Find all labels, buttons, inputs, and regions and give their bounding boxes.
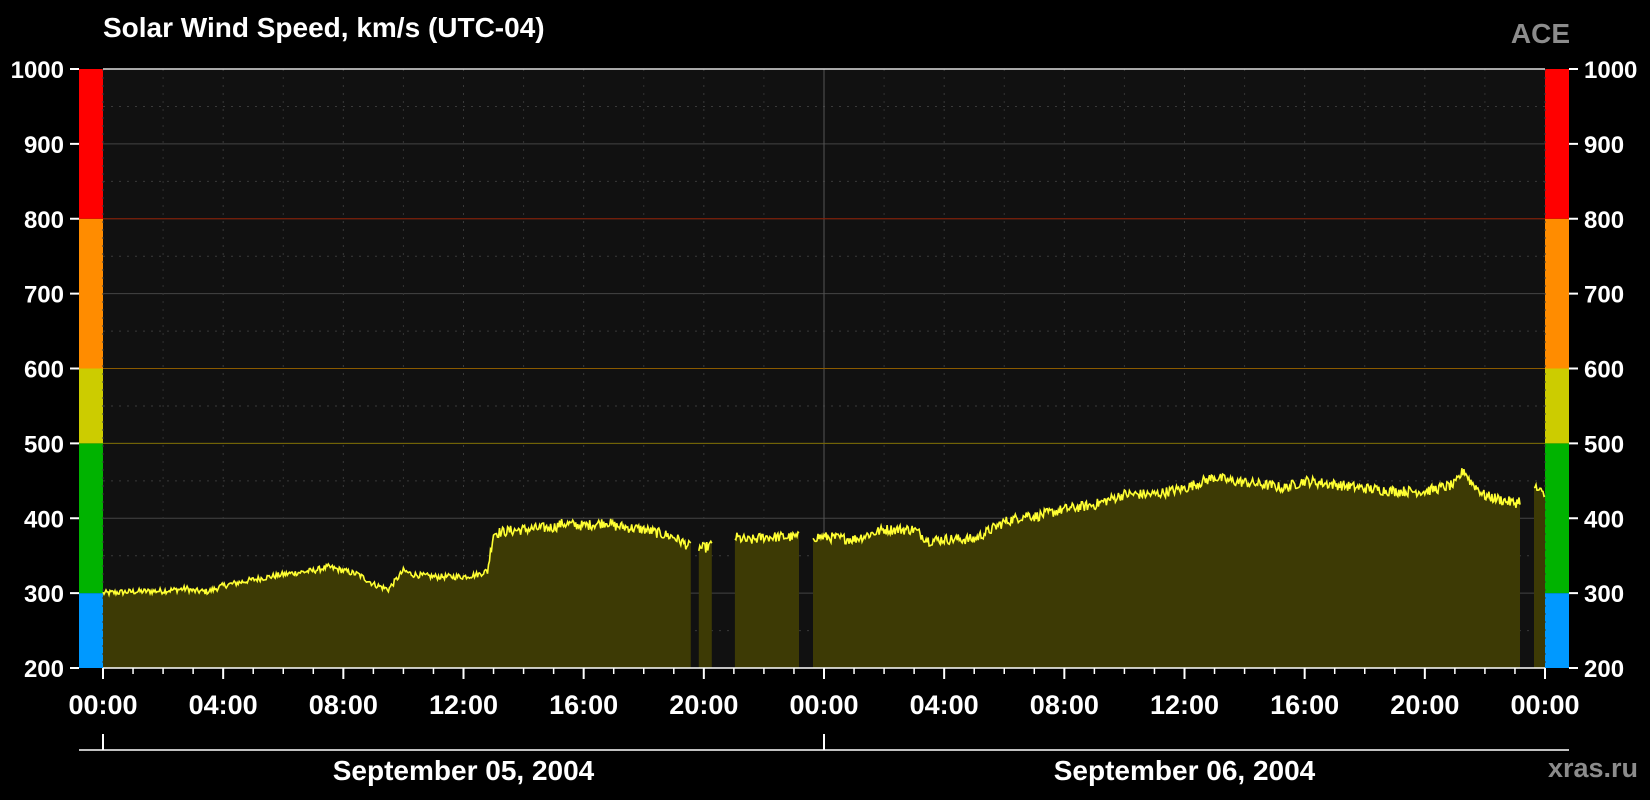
left-color-scale bbox=[79, 69, 103, 668]
x-tick-label: 20:00 bbox=[1390, 690, 1459, 720]
y-axis-right: 200 300 400 500 600 700 800 900 1000 bbox=[1569, 57, 1637, 683]
y-tick-label-left: 500 bbox=[24, 431, 64, 458]
scale-band-right-4 bbox=[1545, 69, 1569, 219]
y-tick-label-left: 600 bbox=[24, 357, 64, 384]
scale-band-left-2 bbox=[79, 368, 103, 444]
scale-band-left-0 bbox=[79, 593, 103, 668]
scale-band-left-3 bbox=[79, 218, 103, 369]
x-tick-label: 08:00 bbox=[1030, 690, 1099, 720]
x-tick-label: 08:00 bbox=[309, 690, 378, 720]
y-tick-label-left: 300 bbox=[24, 581, 64, 608]
y-tick-label-right: 500 bbox=[1584, 431, 1624, 458]
x-tick-label: 12:00 bbox=[1150, 690, 1219, 720]
x-axis: 00:00 04:00 08:00 12:00 16:00 20:00 00:00 04:00… bbox=[68, 667, 1580, 720]
scale-band-left-4 bbox=[79, 69, 103, 219]
scale-band-left-1 bbox=[79, 443, 103, 594]
y-tick-label-right: 300 bbox=[1584, 581, 1624, 608]
y-tick-label-left: 700 bbox=[24, 282, 64, 309]
date-axis: September 05, 2004 September 06, 2004 bbox=[79, 734, 1569, 786]
y-tick-label-right: 200 bbox=[1584, 656, 1624, 683]
y-tick-label-right: 800 bbox=[1584, 207, 1624, 234]
date-label: September 06, 2004 bbox=[1054, 755, 1316, 786]
y-tick-label-right: 400 bbox=[1584, 506, 1624, 533]
data-area-segment bbox=[734, 532, 799, 668]
y-tick-label-right: 600 bbox=[1584, 357, 1624, 384]
scale-band-right-3 bbox=[1545, 218, 1569, 369]
y-tick-label-right: 700 bbox=[1584, 282, 1624, 309]
x-tick-label: 16:00 bbox=[1270, 690, 1339, 720]
date-label: September 05, 2004 bbox=[333, 755, 595, 786]
x-tick-label: 00:00 bbox=[1510, 690, 1579, 720]
right-color-scale bbox=[1545, 69, 1569, 668]
y-tick-label-right: 1000 bbox=[1584, 57, 1637, 84]
y-tick-label-left: 800 bbox=[24, 207, 64, 234]
x-tick-label: 00:00 bbox=[789, 690, 858, 720]
y-tick-label-left: 200 bbox=[24, 656, 64, 683]
x-tick-label: 00:00 bbox=[68, 690, 137, 720]
y-axis-left: 200 300 400 500 600 700 800 900 1000 bbox=[11, 57, 79, 683]
scale-band-right-2 bbox=[1545, 368, 1569, 444]
y-tick-label-right: 900 bbox=[1584, 132, 1624, 159]
data-area-segment bbox=[698, 541, 712, 668]
data-area-segment bbox=[1534, 484, 1545, 668]
x-tick-label: 04:00 bbox=[910, 690, 979, 720]
x-tick-label: 16:00 bbox=[549, 690, 618, 720]
y-tick-label-left: 1000 bbox=[11, 57, 64, 84]
x-tick-label: 12:00 bbox=[429, 690, 498, 720]
y-tick-label-left: 400 bbox=[24, 506, 64, 533]
solar-wind-chart: 200 300 400 500 600 700 800 900 1000 200 300 400 50… bbox=[11, 57, 1638, 786]
scale-band-right-0 bbox=[1545, 593, 1569, 668]
x-tick-label: 04:00 bbox=[189, 690, 258, 720]
x-tick-label: 20:00 bbox=[669, 690, 738, 720]
scale-band-right-1 bbox=[1545, 443, 1569, 594]
y-tick-label-left: 900 bbox=[24, 132, 64, 159]
